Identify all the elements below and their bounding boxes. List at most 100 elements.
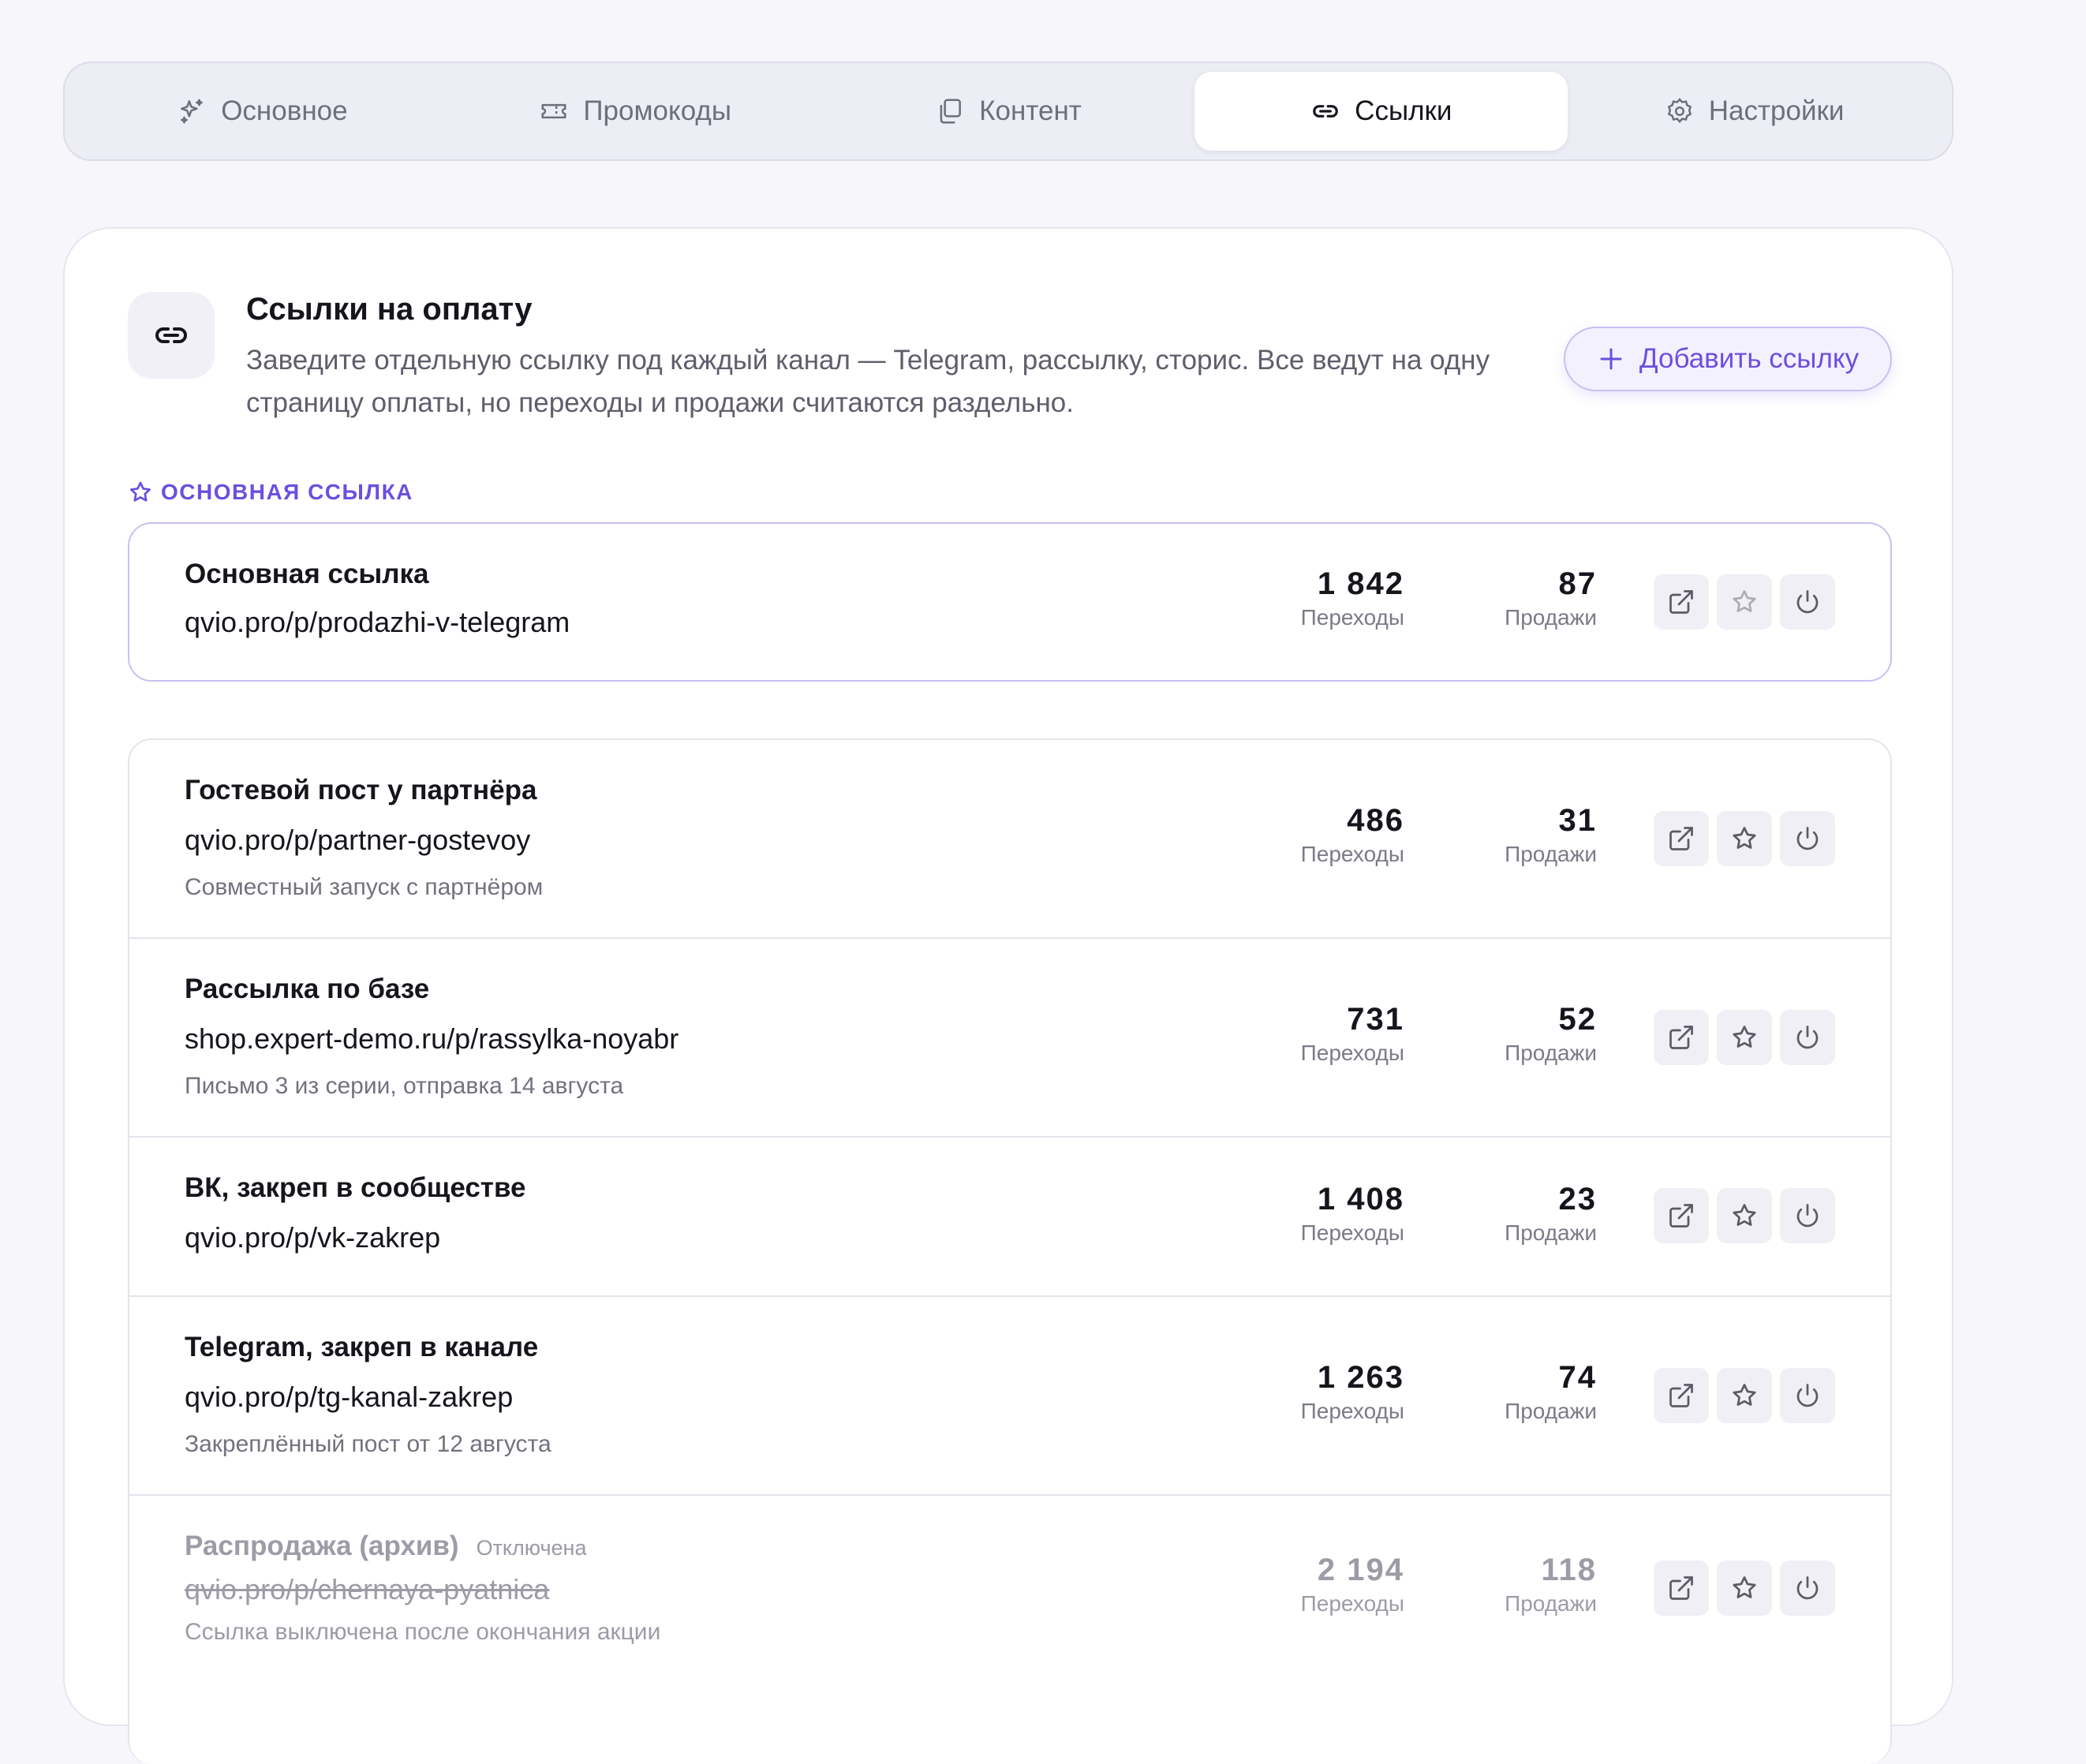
external-link-icon (1669, 590, 1693, 614)
primary-link-card: Основная ссылка qvio.pro/p/prodazhi-v-te… (128, 522, 1892, 682)
add-link-label: Добавить ссылку (1639, 343, 1860, 374)
toggle-link-button[interactable] (1780, 1010, 1835, 1065)
primary-section-label: ОСНОВНАЯ ССЫЛКА (128, 480, 413, 505)
toggle-link-button[interactable] (1780, 1368, 1835, 1423)
link-url[interactable]: qvio.pro/p/partner-gostevoy (185, 824, 530, 857)
link-name: Основная ссылка (185, 559, 429, 589)
visits-value: 1 408 (1317, 1182, 1404, 1216)
sales-value: 74 (1558, 1360, 1597, 1395)
sales-stat: 87 Продажи (1505, 566, 1597, 630)
link-url[interactable]: qvio.pro/p/tg-kanal-zakrep (185, 1381, 513, 1414)
visits-value: 486 (1347, 803, 1404, 838)
link-name: ВК, закреп в сообществе (185, 1172, 526, 1203)
link-actions (1654, 1368, 1835, 1423)
tab-main[interactable]: Основное (76, 72, 449, 151)
power-icon (1796, 1384, 1819, 1407)
links-card: Ссылки на оплату Заведите отдельную ссыл… (63, 227, 1953, 1764)
copy-icon (940, 99, 962, 124)
visits-stat: 1 842 Переходы (1301, 566, 1404, 630)
visits-label: Переходы (1300, 1220, 1404, 1245)
toggle-link-button[interactable] (1780, 1188, 1835, 1243)
external-link-icon (1669, 827, 1693, 850)
open-link-button[interactable] (1654, 1188, 1709, 1243)
make-primary-button[interactable] (1717, 1188, 1772, 1243)
link-name: Гостевой пост у партнёра (185, 775, 537, 805)
visits-stat: 486 Переходы (1301, 803, 1404, 867)
sales-stat: 31 Продажи (1505, 803, 1597, 867)
open-link-button[interactable] (1654, 1368, 1709, 1423)
link-name-text: Распродажа (архив) (185, 1530, 459, 1561)
visits-label: Переходы (1300, 605, 1404, 630)
make-primary-button[interactable] (1717, 1010, 1772, 1065)
link-url[interactable]: qvio.pro/p/chernaya-pyatnica (185, 1573, 549, 1606)
make-primary-button[interactable] (1717, 1560, 1772, 1616)
sales-value: 87 (1558, 566, 1597, 601)
page-title: Ссылки на оплату (246, 292, 533, 327)
link-icon (155, 327, 187, 343)
add-link-button[interactable]: Добавить ссылку (1564, 327, 1892, 391)
power-icon (1796, 1576, 1819, 1600)
link-url[interactable]: qvio.pro/p/prodazhi-v-telegram (185, 606, 570, 639)
gear-icon (1667, 98, 1692, 124)
link-icon (1313, 105, 1338, 118)
open-link-button[interactable] (1654, 574, 1709, 630)
star-icon (1733, 827, 1756, 849)
visits-label: Переходы (1300, 1399, 1404, 1423)
tab-content[interactable]: Контент (822, 72, 1195, 151)
open-link-button[interactable] (1654, 811, 1709, 866)
sales-label: Продажи (1505, 605, 1597, 630)
link-note: Ссылка выключена после окончания акции (185, 1619, 661, 1645)
sales-stat: 74 Продажи (1505, 1360, 1597, 1424)
toggle-link-button[interactable] (1780, 1560, 1835, 1616)
tab-settings[interactable]: Настройки (1568, 72, 1941, 151)
link-url[interactable]: shop.expert-demo.ru/p/rassylka-noyabr (185, 1022, 679, 1056)
visits-stat: 731 Переходы (1301, 1002, 1404, 1066)
external-link-icon (1669, 1204, 1693, 1228)
make-primary-button[interactable] (1717, 574, 1772, 630)
tab-label: Промокоды (583, 95, 731, 126)
sales-label: Продажи (1505, 1041, 1597, 1065)
visits-label: Переходы (1300, 1591, 1404, 1616)
visits-stat: 1 408 Переходы (1301, 1182, 1404, 1246)
star-icon (1733, 1576, 1756, 1598)
star-icon (129, 481, 151, 502)
status-badge: Отключена (476, 1536, 587, 1560)
power-icon (1796, 590, 1819, 614)
link-note: Письмо 3 из серии, отправка 14 августа (185, 1073, 624, 1099)
visits-value: 1 263 (1317, 1360, 1404, 1395)
link-name: Распродажа (архив) Отключена (185, 1530, 586, 1562)
sales-value: 23 (1558, 1182, 1597, 1216)
external-link-icon (1669, 1576, 1693, 1600)
sales-stat: 23 Продажи (1505, 1182, 1597, 1246)
page-description: Заведите отдельную ссылку под каждый кан… (246, 345, 1490, 418)
make-primary-button[interactable] (1717, 1368, 1772, 1423)
list-item: ВК, закреп в сообществе qvio.pro/p/vk-za… (129, 1138, 1890, 1297)
star-icon (1733, 1204, 1756, 1226)
list-item: Рассылка по базе shop.expert-demo.ru/p/r… (129, 939, 1890, 1138)
visits-value: 731 (1347, 1002, 1404, 1037)
tab-links[interactable]: Ссылки (1194, 72, 1568, 151)
link-note: Совместный запуск с партнёром (185, 874, 544, 900)
visits-stat: 2 194 Переходы (1301, 1553, 1404, 1616)
toggle-link-button[interactable] (1780, 574, 1835, 630)
tab-label: Ссылки (1355, 95, 1452, 126)
section-label-text: ОСНОВНАЯ ССЫЛКА (161, 480, 413, 504)
link-url[interactable]: qvio.pro/p/vk-zakrep (185, 1221, 440, 1254)
link-actions (1654, 1560, 1835, 1616)
list-item-disabled: Распродажа (архив) Отключена qvio.pro/p/c… (129, 1496, 1890, 1701)
list-item: Гостевой пост у партнёра qvio.pro/p/part… (129, 740, 1890, 939)
link-actions (1654, 1188, 1835, 1243)
link-actions (1654, 574, 1835, 630)
power-icon (1796, 827, 1819, 850)
make-primary-button[interactable] (1717, 811, 1772, 866)
open-link-button[interactable] (1654, 1560, 1709, 1616)
sales-label: Продажи (1505, 842, 1597, 866)
tab-label: Контент (979, 95, 1082, 126)
star-icon (1733, 590, 1756, 612)
plus-icon (1600, 348, 1622, 370)
open-link-button[interactable] (1654, 1010, 1709, 1065)
tab-promocodes[interactable]: Промокоды (449, 72, 822, 151)
sparkles-icon (181, 99, 204, 124)
link-note: Закреплённый пост от 12 августа (185, 1431, 551, 1457)
toggle-link-button[interactable] (1780, 811, 1835, 866)
